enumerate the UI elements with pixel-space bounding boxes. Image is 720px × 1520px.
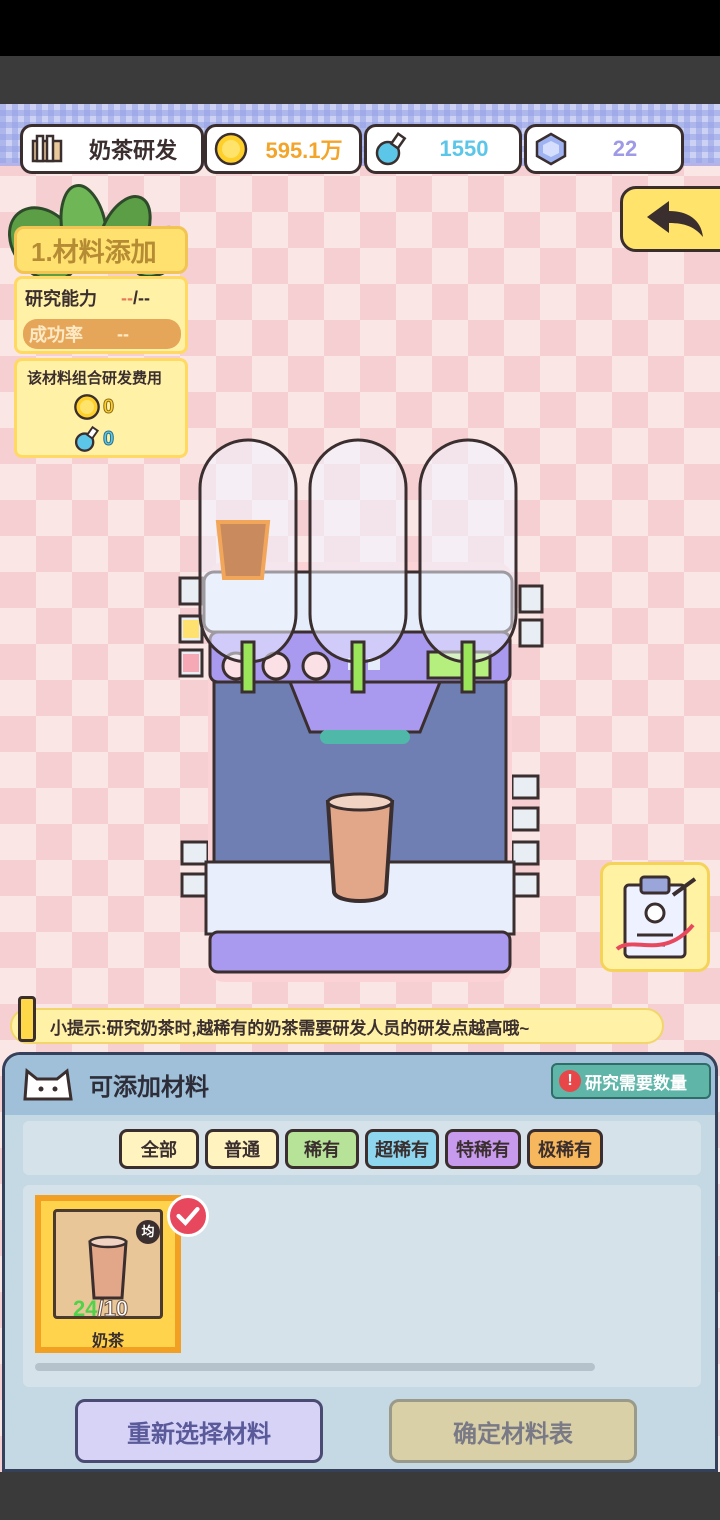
tip-text: 小提示:研究奶茶时,越稀有的奶茶需要研发人员的研发点越高哦~ (50, 1018, 530, 1038)
cost-coin-line: 0 (73, 393, 115, 421)
gem-value: 22 (612, 136, 638, 161)
filter-tab-ultra-rare[interactable]: 极稀有 (527, 1129, 603, 1169)
cost-coin-value: 0 (102, 395, 115, 418)
cost-title: 该材料组合研发费用 (27, 370, 163, 387)
step-title: 1.材料添加 (14, 226, 188, 274)
coin-icon (74, 394, 100, 420)
material-name: 奶茶 (91, 1333, 124, 1350)
filter-tab-all[interactable]: 全部 (119, 1129, 199, 1169)
cost-panel: 该材料组合研发费用 0 0 (14, 358, 188, 458)
coin-counter: 595.1万 (204, 124, 362, 174)
reselect-materials-button[interactable]: 重新选择材料 (75, 1399, 323, 1463)
coin-icon (214, 132, 248, 166)
back-button[interactable] (620, 186, 720, 252)
clipboard-icon (615, 875, 697, 959)
research-value-current: -- (121, 287, 133, 308)
page-title: 奶茶研发 (88, 138, 177, 163)
required-quantity-button[interactable]: ! 研究需要数量 (551, 1063, 711, 1099)
tip-bar: 小提示:研究奶茶时,越稀有的奶茶需要研发人员的研发点越高哦~ (10, 996, 664, 1044)
gem-icon (535, 132, 567, 166)
research-row: 研究能力 --/-- (25, 283, 150, 313)
research-value-total: /-- (133, 287, 150, 308)
checkmark-icon (167, 1195, 209, 1237)
filter-tab-special-rare[interactable]: 特稀有 (445, 1129, 521, 1169)
potion-icon (74, 425, 100, 452)
material-count: 24/10 (73, 1296, 129, 1322)
navigation-bar (0, 1472, 720, 1520)
filter-tab-rare[interactable]: 稀有 (285, 1129, 359, 1169)
materials-panel: 可添加材料 ! 研究需要数量 全部 普通 稀有 超稀有 特稀有 极稀有 均 24… (2, 1052, 718, 1472)
rarity-filter-bar: 全部 普通 稀有 超稀有 特稀有 极稀有 (23, 1121, 701, 1175)
confirm-materials-button[interactable]: 确定材料表 (389, 1399, 637, 1463)
success-rate-row: 成功率 -- (23, 319, 181, 349)
coin-value: 595.1万 (265, 138, 343, 163)
materials-list: 均 24/10 奶茶 (23, 1185, 701, 1387)
quality-badge: 均 (136, 1220, 160, 1244)
potion-icon (375, 132, 407, 166)
cost-potion-line: 0 (73, 425, 115, 453)
cat-icon (23, 1068, 73, 1101)
horizontal-scrollbar[interactable] (35, 1363, 595, 1371)
title-badge: 奶茶研发 (20, 124, 204, 174)
gem-counter: 22 (524, 124, 684, 174)
game-screen: 奶茶研发 595.1万 1550 22 1.材料添加 研究能力 --/-- 成功… (0, 104, 720, 1472)
back-arrow-icon (647, 201, 703, 237)
material-count-have: 24 (73, 1296, 98, 1321)
status-bar (0, 0, 720, 56)
stats-panel: 研究能力 --/-- 成功率 -- (14, 276, 188, 354)
material-count-need: /10 (97, 1296, 129, 1322)
research-label: 研究能力 (25, 289, 97, 309)
materials-title: 可添加材料 (89, 1074, 209, 1101)
material-item-milk-tea[interactable]: 均 24/10 奶茶 (35, 1195, 209, 1353)
potion-counter: 1550 (364, 124, 522, 174)
potion-value: 1550 (439, 136, 489, 161)
filter-tab-super-rare[interactable]: 超稀有 (365, 1129, 439, 1169)
tea-machine (178, 438, 544, 982)
success-label: 成功率 (29, 325, 83, 345)
required-quantity-label: 研究需要数量 (585, 1073, 687, 1093)
success-value: -- (117, 323, 129, 344)
research-report-button[interactable] (600, 862, 710, 972)
filter-tab-common[interactable]: 普通 (205, 1129, 279, 1169)
exclamation-icon (18, 996, 36, 1042)
materials-header: 可添加材料 ! 研究需要数量 (5, 1055, 715, 1115)
folder-icon (31, 134, 63, 163)
alert-icon: ! (559, 1070, 581, 1092)
cost-potion-value: 0 (102, 427, 115, 450)
